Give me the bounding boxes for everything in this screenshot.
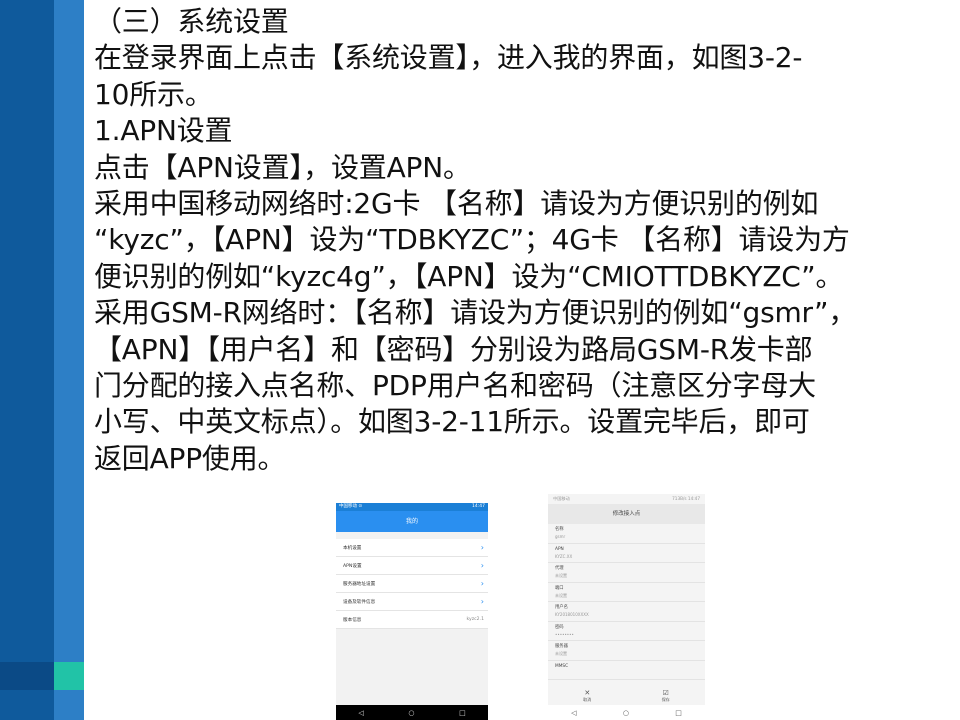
phone-title-bar: 我的 [336,511,488,532]
apn-field-proxy[interactable]: 代理 未设置 [548,563,705,583]
list-item-server-address[interactable]: 服务器地址设置 › [336,575,488,593]
stripe-dark-band [0,0,54,720]
chevron-right-icon: › [480,561,484,570]
phone-screenshot-my-page: 中国移动 ⊙ 14:47 我的 本机设置 › APN设置 › 服务器地址设置 ›… [336,503,488,720]
status-carrier: 中国移动 ⊙ [339,504,363,509]
slide-body-text: （三）系统设置 在登录界面上点击【系统设置】，进入我的界面，如图3-2- 10所… [94,4,950,477]
stripe-accent-dark-block [0,662,54,690]
apn-field-password[interactable]: 密码 •••••••• [548,622,705,641]
body-line: 10所示。 [94,77,213,111]
save-button[interactable]: ☑ 保存 [662,689,670,705]
subsection-heading: 1.APN设置 [94,114,233,148]
apn-field-mmsc[interactable]: MMSC [548,661,705,680]
list-item-local-settings[interactable]: 本机设置 › [336,539,488,557]
recents-icon[interactable]: □ [459,709,466,717]
list-item-label: 本机设置 [343,545,362,551]
body-line: 便识别的例如“kyzc4g”，【APN】设为“CMIOTTDBKYZC”。 [94,259,844,293]
chevron-right-icon: › [480,597,484,606]
status-time: 14:47 [472,504,485,509]
status-time: 713B/s 14:47 [672,496,700,501]
edit-apn-action-bar: ✕ 取消 ☑ 保存 [548,689,705,705]
field-label: 服务器 [555,644,568,649]
body-line: 门分配的接入点名称、PDP用户名和密码（注意区分字母大 [94,369,816,403]
list-item-apn-settings[interactable]: APN设置 › [336,557,488,575]
field-label: 密码 [555,624,564,630]
stripe-accent-block [54,662,84,690]
list-item-version: 版本信息 kyzc2.1 [336,611,488,629]
chevron-right-icon: › [480,543,484,552]
checkbox-icon: ☑ [662,689,669,697]
back-icon[interactable]: ◁ [358,709,363,717]
chevron-right-icon: › [480,579,484,588]
home-icon[interactable]: ○ [623,709,629,717]
body-line: “kyzc”，【APN】设为“TDBKYZC”；4G卡 【名称】请设为方 [94,223,850,257]
home-icon[interactable]: ○ [408,709,414,717]
body-line: 采用中国移动网络时:2G卡 【名称】请设为方便识别的例如 [94,187,819,221]
body-line: 在登录界面上点击【系统设置】，进入我的界面，如图3-2- [94,41,803,75]
phone-title-bar: 修改接入点 [548,504,705,524]
apn-field-apn[interactable]: APN KYZC.XX [548,544,705,563]
field-value: 未设置 [555,573,567,578]
field-label: MMSC [555,663,569,669]
body-line: 小写、中英文标点）。如图3-2-11所示。设置完毕后，即可 [94,405,810,439]
settings-list: 本机设置 › APN设置 › 服务器地址设置 › 设备及软件信息 › 版本信息 … [336,539,488,629]
body-line: 【APN】【用户名】和【密码】分别设为路局GSM-R发卡部 [94,332,813,366]
field-label: APN [555,546,564,552]
phone-screenshot-edit-apn: 中国移动 713B/s 14:47 修改接入点 名称 gsmr APN KYZC… [548,494,705,720]
section-heading: （三）系统设置 [94,5,289,38]
field-value: KYZC.XX [555,553,573,559]
list-item-label: 设备及软件信息 [343,599,376,605]
list-item-label: 服务器地址设置 [343,581,376,587]
body-line: 点击【APN设置】，设置APN。 [94,150,471,184]
close-icon: ✕ [584,689,591,697]
stripe-light-band [54,0,84,720]
recents-icon[interactable]: □ [675,709,682,717]
field-label: 名称 [555,527,564,532]
field-value: 未设置 [555,592,567,598]
field-label: 端口 [555,585,564,591]
field-value: •••••••• [555,631,574,637]
version-value: kyzc2.1 [466,617,484,622]
android-nav-bar: ◁ ○ □ [548,705,705,720]
list-item-label: APN设置 [343,563,362,569]
body-line: 返回APP使用。 [94,441,286,475]
field-value: KY2018010XXXX [555,612,589,617]
phone-status-bar: 中国移动 ⊙ 14:47 [336,503,488,511]
apn-field-port[interactable]: 端口 未设置 [548,583,705,602]
android-nav-bar: ◁ ○ □ [336,705,488,720]
cancel-button[interactable]: ✕ 取消 [583,689,591,705]
phone-status-bar: 中国移动 713B/s 14:47 [548,494,705,504]
field-label: 用户名 [555,605,568,610]
save-label: 保存 [661,697,670,702]
back-icon[interactable]: ◁ [571,709,576,717]
body-line: 采用GSM-R网络时：【名称】请设为方便识别的例如“gsmr”， [94,296,857,330]
cancel-label: 取消 [583,697,592,702]
apn-field-server[interactable]: 服务器 未设置 [548,641,705,661]
version-label: 版本信息 [343,617,362,623]
field-label: 代理 [555,566,564,571]
apn-field-name[interactable]: 名称 gsmr [548,524,705,544]
status-carrier: 中国移动 [553,496,570,501]
field-value: 未设置 [555,651,567,656]
list-item-device-info[interactable]: 设备及软件信息 › [336,593,488,611]
field-value: gsmr [555,534,566,539]
left-decorative-stripe [0,0,84,720]
apn-field-username[interactable]: 用户名 KY2018010XXXX [548,602,705,622]
